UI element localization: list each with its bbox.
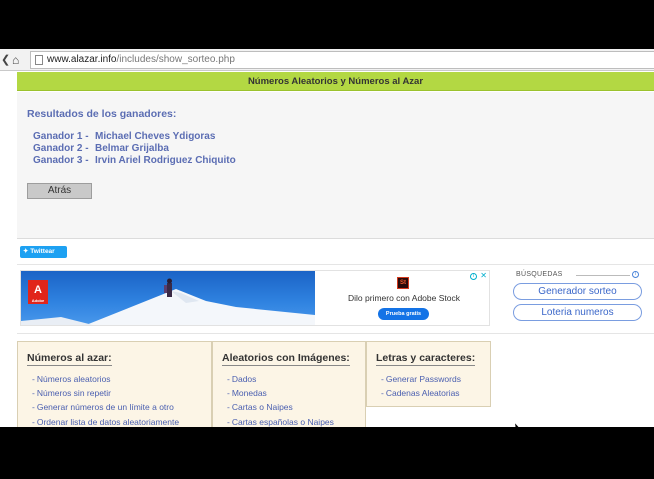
category-link[interactable]: Números aleatorios	[37, 374, 111, 384]
searches-panel: BÚSQUEDAS i Generador sorteo Loteria num…	[510, 270, 644, 326]
winner-name: Belmar Grijalba	[95, 143, 169, 154]
page-icon	[35, 55, 43, 65]
adobe-ad-banner[interactable]: A Adobe St Dilo primero con Adobe Stock P…	[20, 270, 490, 326]
category-link[interactable]: Ordenar lista de datos aleatoriamente	[37, 417, 179, 427]
back-arrow-icon[interactable]: ❮	[1, 52, 10, 68]
page-title: Números Aleatorios y Números al Azar	[17, 72, 654, 91]
winner-name: Irvin Ariel Rodriguez Chiquito	[95, 155, 236, 166]
mouse-cursor-icon	[512, 422, 522, 427]
category-link[interactable]: Cartas o Naipes	[232, 402, 293, 412]
browser-toolbar: ❮ ⌂ www.alazar.info/includes/show_sorteo…	[0, 49, 654, 71]
twitter-label: Twittear	[30, 248, 55, 255]
category-numeros-al-azar: Números al azar: - Números aleatorios - Nú…	[17, 341, 212, 427]
results-title: Resultados de los ganadores:	[27, 108, 177, 120]
category-links: - Números aleatorios - Números sin repetir…	[32, 372, 179, 427]
winner-row: Ganador 2 - Belmar Grijalba	[33, 143, 169, 154]
search-link-generador-sorteo[interactable]: Generador sorteo	[513, 283, 642, 300]
ad-cta-button[interactable]: Prueba gratis	[378, 308, 429, 320]
divider	[17, 333, 654, 334]
list-item[interactable]: - Cartas o Naipes	[227, 400, 334, 414]
address-bar[interactable]: www.alazar.info/includes/show_sorteo.php	[30, 51, 654, 69]
category-aleatorios-con-imagenes: Aleatorios con Imágenes: - Dados - Monedas…	[212, 341, 366, 427]
back-button[interactable]: Atrás	[27, 183, 92, 199]
url-path: /includes/show_sorteo.php	[116, 54, 235, 65]
web-page: Números Aleatorios y Números al Azar Res…	[0, 72, 654, 427]
category-title: Letras y caracteres:	[376, 352, 476, 366]
category-links: - Generar Passwords - Cadenas Aleatorias	[381, 372, 461, 400]
ad-info-icon[interactable]: i	[470, 273, 477, 280]
home-icon[interactable]: ⌂	[12, 52, 19, 68]
list-item[interactable]: - Cartas españolas o Naipes	[227, 415, 334, 427]
winner-row: Ganador 3 - Irvin Ariel Rodriguez Chiquit…	[33, 155, 236, 166]
url-host: www.alazar.info	[47, 54, 117, 65]
winner-name: Michael Cheves Ydigoras	[95, 131, 216, 142]
searches-divider	[576, 275, 630, 276]
list-item[interactable]: - Generar Passwords	[381, 372, 461, 386]
browser-screen: ❮ ⌂ www.alazar.info/includes/show_sorteo…	[0, 49, 654, 427]
search-link-loteria-numeros[interactable]: Loteria numeros	[513, 304, 642, 321]
winner-label: Ganador 1 -	[33, 131, 89, 142]
divider	[17, 264, 654, 265]
list-item[interactable]: - Ordenar lista de datos aleatoriamente	[32, 415, 179, 427]
category-link[interactable]: Números sin repetir	[37, 388, 111, 398]
ad-mountain-image: A Adobe	[21, 271, 315, 325]
video-frame: ❮ ⌂ www.alazar.info/includes/show_sorteo…	[0, 0, 654, 479]
mountain-illustration	[21, 278, 315, 325]
list-item[interactable]: - Números sin repetir	[32, 386, 179, 400]
category-link[interactable]: Dados	[232, 374, 257, 384]
category-links: - Dados - Monedas - Cartas o Naipes - Cartas…	[227, 372, 334, 427]
adobe-logo: A Adobe	[28, 280, 48, 304]
category-link[interactable]: Cartas españolas o Naipes	[232, 417, 334, 427]
ad-headline: Dilo primero con Adobe Stock	[348, 293, 460, 303]
ad-close-icon[interactable]: ✕	[480, 272, 487, 280]
results-panel: Resultados de los ganadores: Ganador 1 -…	[17, 92, 654, 239]
list-item[interactable]: - Monedas	[227, 386, 334, 400]
category-link[interactable]: Cadenas Aleatorias	[386, 388, 460, 398]
category-link[interactable]: Monedas	[232, 388, 267, 398]
winner-label: Ganador 3 -	[33, 155, 89, 166]
list-item[interactable]: - Números aleatorios	[32, 372, 179, 386]
list-item[interactable]: - Cadenas Aleatorias	[381, 386, 461, 400]
category-letras-y-caracteres: Letras y caracteres: - Generar Passwords …	[366, 341, 491, 407]
twitter-share-button[interactable]: ✦ Twittear	[20, 246, 67, 258]
ad-text-area: St Dilo primero con Adobe Stock Prueba g…	[317, 271, 489, 325]
winner-label: Ganador 2 -	[33, 143, 89, 154]
list-item[interactable]: - Generar números de un límite a otro	[32, 400, 179, 414]
searches-title: BÚSQUEDAS	[516, 271, 563, 278]
category-title: Números al azar:	[27, 352, 112, 366]
category-title: Aleatorios con Imágenes:	[222, 352, 350, 366]
category-link[interactable]: Generar Passwords	[386, 374, 461, 384]
info-icon[interactable]: i	[632, 271, 639, 278]
adobe-stock-logo: St	[397, 277, 409, 289]
list-item[interactable]: - Dados	[227, 372, 334, 386]
category-link[interactable]: Generar números de un límite a otro	[37, 402, 174, 412]
winner-row: Ganador 1 - Michael Cheves Ydigoras	[33, 131, 215, 142]
adobe-logo-text: Adobe	[31, 298, 45, 303]
